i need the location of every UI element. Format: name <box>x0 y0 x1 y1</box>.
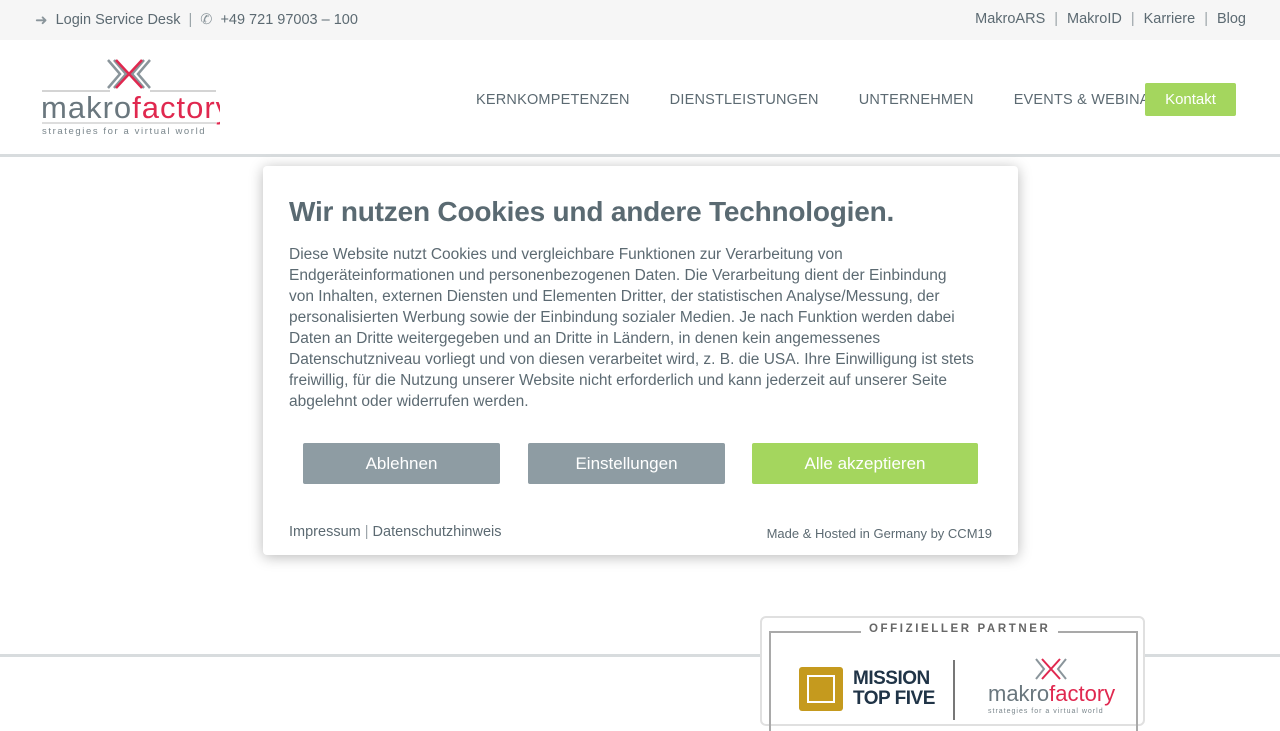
link-makroars[interactable]: MakroARS <box>975 11 1045 27</box>
svg-text:makrofactory: makrofactory <box>988 681 1115 706</box>
mission-top-five-logo: MISSION TOP FIVE <box>799 667 935 711</box>
divider: | <box>1204 11 1208 27</box>
kontakt-button[interactable]: Kontakt <box>1145 83 1236 116</box>
impressum-link[interactable]: Impressum <box>289 524 361 540</box>
link-karriere[interactable]: Karriere <box>1144 11 1196 27</box>
makrofactory-partner-logo: makrofactory strategies for a virtual wo… <box>988 658 1115 715</box>
nav-kernkompetenzen[interactable]: KERNKOMPETENZEN <box>476 92 630 108</box>
top-five-text: TOP FIVE <box>853 688 935 709</box>
login-icon: ➜ <box>35 12 48 29</box>
site-header: makrofactory strategies for a virtual wo… <box>0 40 1280 157</box>
mission-logo-icon <box>799 667 843 711</box>
official-partner-badge: OFFIZIELLER PARTNER MISSION TOP FIVE makr… <box>760 616 1145 731</box>
divider <box>953 660 955 720</box>
link-makroid[interactable]: MakroID <box>1067 11 1122 27</box>
divider: | <box>364 524 373 540</box>
divider: | <box>1130 11 1135 27</box>
body-line: Diese Website nutzt Cookies und vergleic… <box>289 246 843 263</box>
partner-title: OFFIZIELLER PARTNER <box>861 623 1059 635</box>
body-line: Endgeräteinformationen und personenbezog… <box>289 267 947 284</box>
phone-link[interactable]: +49 721 97003 – 100 <box>220 12 357 28</box>
phone-icon: ✆ <box>200 12 213 28</box>
main-nav: KERNKOMPETENZEN DIENSTLEISTUNGEN UNTERNE… <box>476 92 1170 108</box>
makrofactory-logo[interactable]: makrofactory strategies for a virtual wo… <box>40 56 231 143</box>
body-line: freiwillig, für die Nutzung unserer Webs… <box>289 372 947 389</box>
svg-text:makrofactory: makrofactory <box>41 90 220 125</box>
login-service-desk-link[interactable]: Login Service Desk <box>56 12 181 28</box>
link-blog[interactable]: Blog <box>1217 11 1246 27</box>
cookie-consent-dialog: Wir nutzen Cookies und andere Technologi… <box>263 166 1018 555</box>
svg-text:strategies for a virtual world: strategies for a virtual world <box>988 708 1104 715</box>
body-line: Daten an Dritte weitergegeben und an Dri… <box>289 330 881 347</box>
mission-text: MISSION <box>853 668 930 689</box>
ccm19-credit-link[interactable]: Made & Hosted in Germany by CCM19 <box>767 526 992 541</box>
datenschutz-link[interactable]: Datenschutzhinweis <box>373 524 502 540</box>
top-bar: ➜ Login Service Desk | ✆ +49 721 97003 –… <box>0 0 1280 40</box>
nav-dienstleistungen[interactable]: DIENSTLEISTUNGEN <box>670 92 819 108</box>
divider: | <box>1054 11 1059 27</box>
nav-unternehmen[interactable]: UNTERNEHMEN <box>859 92 974 108</box>
body-line: personalisierten Werbung sowie der Einbi… <box>289 309 955 326</box>
body-line: abgelehnt oder widerrufen werden. <box>289 393 529 410</box>
divider: | <box>188 12 193 28</box>
body-line: Datenschutzniveau vorliegt und von diese… <box>289 351 974 368</box>
body-line: von Inhalten, externen Diensten und Elem… <box>289 288 940 305</box>
accept-all-button[interactable]: Alle akzeptieren <box>752 443 978 484</box>
settings-button[interactable]: Einstellungen <box>528 443 725 484</box>
reject-button[interactable]: Ablehnen <box>303 443 500 484</box>
cookie-dialog-title: Wir nutzen Cookies und andere Technologi… <box>289 196 895 227</box>
cookie-dialog-body: Diese Website nutzt Cookies und vergleic… <box>289 244 999 412</box>
svg-text:strategies for a virtual world: strategies for a virtual world <box>42 126 206 137</box>
